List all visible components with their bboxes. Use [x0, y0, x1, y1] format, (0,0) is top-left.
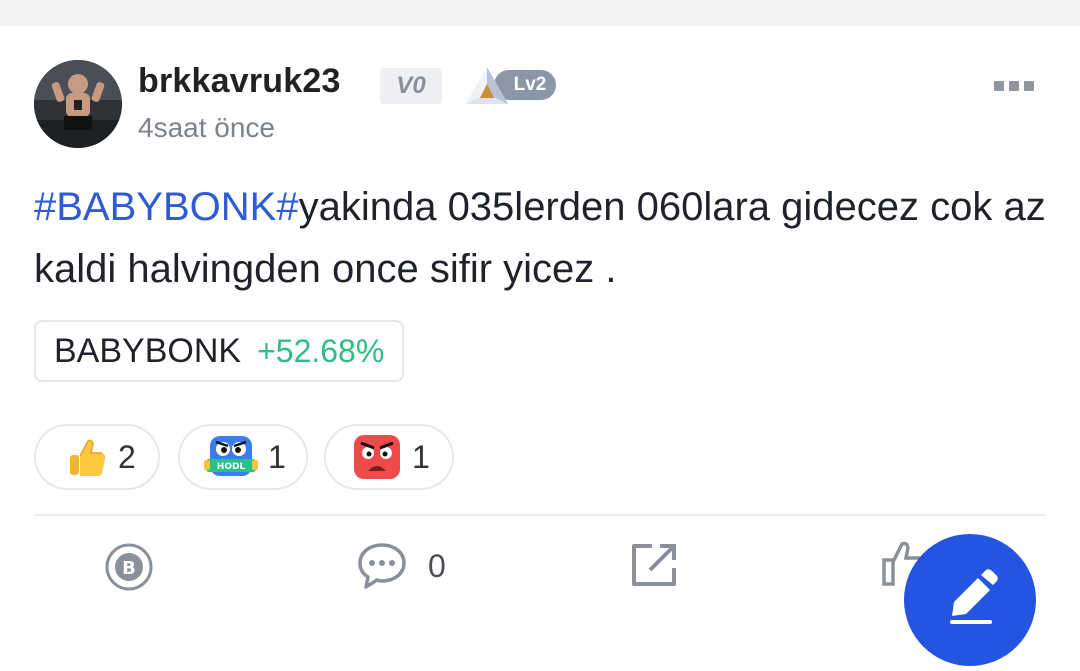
angry-face-emoji-icon: [354, 435, 400, 479]
reaction-hodl[interactable]: HODL 1: [178, 424, 308, 490]
comment-button[interactable]: [356, 540, 408, 597]
more-options-button[interactable]: [994, 78, 1044, 98]
dot-icon: [994, 81, 1004, 91]
share-icon: [632, 544, 676, 586]
divider: [34, 514, 1046, 516]
svg-text:HODL: HODL: [217, 462, 246, 472]
hodl-emoji-icon: HODL: [204, 436, 258, 476]
vip-badge: V0: [380, 68, 442, 104]
comment-bubble-icon: [358, 543, 406, 589]
reaction-thumbs-up[interactable]: 2: [34, 424, 160, 490]
post-body: #BABYBONK#yakinda 035lerden 060lara gide…: [34, 176, 1054, 300]
reaction-angry[interactable]: 1: [324, 424, 454, 490]
hashtag-link[interactable]: #BABYBONK#: [34, 185, 299, 229]
share-button[interactable]: [630, 542, 680, 593]
comment-count: 0: [428, 548, 446, 584]
triangle-rank-icon: [466, 67, 508, 104]
avatar[interactable]: [34, 60, 122, 148]
post-timestamp: 4saat önce: [138, 112, 275, 143]
coin-name: BABYBONK: [54, 331, 242, 370]
reaction-count: 1: [412, 438, 430, 475]
pencil-icon: [950, 569, 998, 624]
dot-icon: [1024, 81, 1034, 91]
avatar-photo: [34, 60, 122, 148]
coin-tag-button[interactable]: BABYBONK +52.68%: [34, 320, 405, 382]
reaction-count: 1: [268, 438, 286, 475]
dot-icon: [1009, 81, 1019, 91]
coin-change: +52.68%: [257, 332, 385, 369]
thumbs-up-emoji-icon: [70, 439, 106, 476]
tip-button[interactable]: B: [104, 542, 154, 597]
username[interactable]: brkkavruk23: [138, 62, 341, 101]
level-badge: Lv2: [464, 64, 560, 108]
coin-b-icon: B: [105, 543, 153, 591]
reaction-count: 2: [118, 438, 136, 475]
top-separator-strip: [0, 0, 1080, 26]
svg-text:B: B: [122, 558, 136, 579]
compose-post-button[interactable]: [904, 534, 1036, 666]
